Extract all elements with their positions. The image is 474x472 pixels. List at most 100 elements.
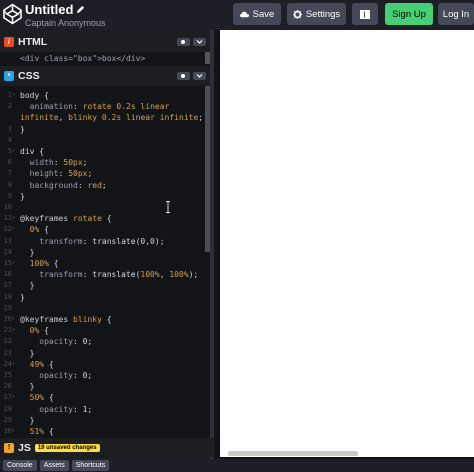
line-number: 9 — [7, 191, 12, 200]
code-text: 0% { — [29, 326, 49, 336]
line-number: 12 — [3, 225, 12, 234]
log-in-button[interactable]: Log In — [438, 3, 474, 25]
code-text: transform: translate(100%, 100%); — [39, 270, 199, 280]
result-preview[interactable] — [220, 30, 474, 457]
code-text: @keyframes blinky { — [20, 315, 112, 324]
line-number: 10 — [3, 203, 12, 211]
save-button[interactable]: Save — [233, 3, 281, 25]
sign-up-button[interactable]: Sign Up — [385, 3, 433, 25]
html-code-line[interactable]: <div class="box">box</div> — [0, 52, 210, 66]
shortcuts-button[interactable]: Shortcuts — [71, 460, 110, 471]
project-title[interactable]: Untitled — [25, 2, 73, 17]
preview-horizontal-scrollbar[interactable] — [228, 451, 358, 456]
code-line[interactable]: 2 animation: rotate 0.2s linear — [0, 101, 210, 112]
unsaved-changes-badge: 19 unsaved changes — [34, 443, 100, 452]
code-line[interactable]: 23 } — [0, 348, 210, 359]
line-number: 13 — [3, 236, 12, 245]
codepen-logo-icon[interactable] — [3, 3, 22, 25]
fold-arrow-icon[interactable]: ▾ — [12, 146, 15, 157]
line-number: 17 — [3, 281, 12, 290]
code-text: opacity: 1; — [39, 404, 93, 414]
fold-arrow-icon[interactable]: ▾ — [12, 359, 15, 370]
console-button[interactable]: Console — [3, 460, 37, 471]
fold-arrow-icon[interactable]: ▾ — [12, 314, 15, 325]
pane-resize-divider[interactable] — [210, 30, 214, 459]
code-text: infinite, blinky 0.2s linear infinite; — [20, 113, 204, 123]
line-number: 22 — [3, 337, 12, 346]
bottom-bar: Console Assets Shortcuts — [0, 459, 474, 472]
css-pane-header[interactable]: * CSS — [0, 67, 214, 85]
code-text: width: 50px; — [29, 158, 88, 168]
code-text: transform: translate(0,0); — [39, 236, 165, 246]
html-pane-header[interactable]: / HTML — [0, 35, 214, 49]
code-text: 0% { — [29, 225, 49, 235]
line-number: 16 — [3, 270, 12, 279]
save-label: Save — [252, 8, 275, 20]
js-pane-header[interactable]: ! JS 19 unsaved changes — [0, 438, 214, 457]
code-line[interactable]: 21 ▾ 0% { — [0, 325, 210, 336]
html-pane-label: HTML — [18, 36, 48, 48]
fold-arrow-icon[interactable]: ▾ — [12, 258, 15, 269]
code-line[interactable]: 29 } — [0, 415, 210, 426]
css-settings-button[interactable] — [177, 72, 190, 80]
code-line[interactable]: 12 ▾ 0% { — [0, 224, 210, 235]
gear-icon — [181, 40, 185, 44]
html-collapse-button[interactable] — [193, 38, 206, 46]
fold-arrow-icon[interactable]: ▾ — [12, 426, 15, 437]
fold-arrow-icon[interactable]: ▾ — [12, 90, 15, 101]
line-number: 23 — [3, 348, 12, 357]
pencil-icon[interactable] — [76, 5, 85, 14]
code-line[interactable]: 17 } — [0, 280, 210, 291]
author-name: Captain Anonymous — [25, 18, 106, 28]
line-number: 19 — [3, 303, 12, 312]
line-number: 6 — [7, 158, 12, 167]
settings-button[interactable]: Settings — [287, 3, 346, 25]
code-line[interactable]: 25 opacity: 0; — [0, 370, 210, 381]
code-line[interactable]: 6 width: 50px; — [0, 157, 210, 168]
code-line[interactable]: 13 transform: translate(0,0); — [0, 236, 210, 247]
code-line[interactable]: 1 ▾ body { — [0, 90, 210, 101]
css-code-editor[interactable]: 1 ▾ body {2 animation: rotate 0.2s linear i… — [0, 86, 210, 438]
code-line[interactable]: 11 ▾ @keyframes rotate { — [0, 213, 210, 224]
code-text: } — [20, 247, 35, 257]
code-line[interactable]: 5 ▾ div { — [0, 146, 210, 157]
settings-label: Settings — [305, 8, 341, 20]
code-line[interactable]: 18} — [0, 292, 210, 303]
line-number: 7 — [7, 169, 12, 178]
fold-arrow-icon[interactable]: ▾ — [12, 213, 15, 224]
text-cursor-icon — [166, 201, 170, 213]
code-line[interactable]: 10 — [0, 202, 210, 213]
code-line[interactable]: 9} — [0, 191, 210, 202]
code-line[interactable]: 14 } — [0, 247, 210, 258]
code-line[interactable]: 16 transform: translate(100%, 100%); — [0, 269, 210, 280]
fold-arrow-icon[interactable]: ▾ — [12, 392, 15, 403]
code-line[interactable]: 8 background: red; — [0, 180, 210, 191]
assets-button[interactable]: Assets — [39, 460, 69, 471]
code-line[interactable]: 30 ▾ 51% { — [0, 426, 210, 437]
code-line[interactable]: 15 ▾ 100% { — [0, 258, 210, 269]
code-line[interactable]: 26 } — [0, 381, 210, 392]
line-number: 30 — [3, 427, 12, 435]
code-line[interactable]: 3} — [0, 124, 210, 135]
chevron-down-icon — [196, 40, 203, 44]
change-view-button[interactable] — [352, 3, 378, 25]
html-settings-button[interactable] — [177, 38, 190, 46]
code-line[interactable]: 27 ▾ 50% { — [0, 392, 210, 403]
code-line[interactable]: infinite, blinky 0.2s linear infinite; — [0, 112, 210, 123]
css-collapse-button[interactable] — [193, 72, 206, 80]
chevron-down-icon — [196, 74, 203, 78]
gear-icon — [292, 9, 302, 19]
fold-arrow-icon[interactable]: ▾ — [12, 325, 15, 336]
code-line[interactable]: 22 opacity: 0; — [0, 336, 210, 347]
code-line[interactable]: 19 — [0, 303, 210, 314]
line-number: 3 — [7, 124, 12, 133]
code-line[interactable]: 7 height: 50px; — [0, 168, 210, 179]
code-line[interactable]: 28 opacity: 1; — [0, 404, 210, 415]
line-number: 2 — [7, 102, 12, 111]
code-line[interactable]: 24 ▾ 49% { — [0, 359, 210, 370]
code-line[interactable]: 4 — [0, 135, 210, 146]
code-line[interactable]: 20 ▾ @keyframes blinky { — [0, 314, 210, 325]
fold-arrow-icon[interactable]: ▾ — [12, 224, 15, 235]
code-text: } — [20, 415, 35, 425]
line-number: 5 — [7, 147, 12, 155]
